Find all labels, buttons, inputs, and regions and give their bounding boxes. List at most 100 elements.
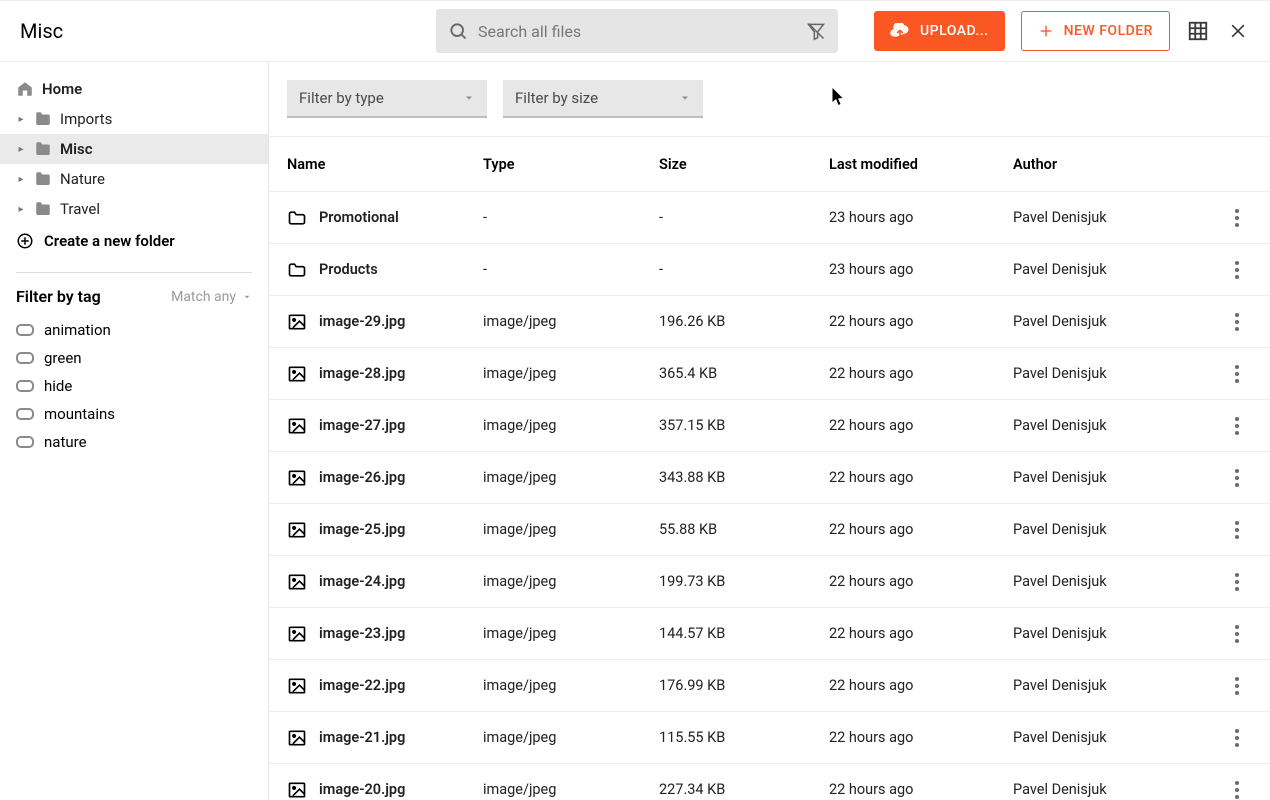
folder-icon — [34, 140, 52, 158]
file-size: - — [659, 261, 829, 278]
search-input[interactable] — [478, 22, 806, 41]
file-name: image-28.jpg — [319, 365, 405, 382]
table-header-row: Name Type Size Last modified Author — [269, 136, 1270, 192]
filter-size-dropdown[interactable]: Filter by size — [503, 80, 703, 118]
new-folder-button[interactable]: NEW FOLDER — [1021, 11, 1170, 51]
tag-icon — [16, 324, 34, 336]
chevron-right-icon[interactable]: ▸ — [16, 144, 26, 154]
file-author: Pavel Denisjuk — [1013, 625, 1222, 642]
folder-icon — [34, 170, 52, 188]
chevron-right-icon[interactable]: ▸ — [16, 204, 26, 214]
sidebar-item-nature[interactable]: ▸ Nature — [0, 164, 268, 194]
chevron-right-icon[interactable]: ▸ — [16, 114, 26, 124]
clear-filter-icon[interactable] — [806, 21, 826, 41]
row-menu-button[interactable] — [1222, 261, 1252, 279]
row-menu-button[interactable] — [1222, 677, 1252, 695]
file-name: image-23.jpg — [319, 625, 405, 642]
row-menu-button[interactable] — [1222, 625, 1252, 643]
sidebar: Home ▸ Imports▸ Misc▸ Nature▸ Travel Cre… — [0, 62, 268, 800]
file-table: Name Type Size Last modified Author Prom… — [269, 136, 1270, 800]
row-menu-button[interactable] — [1222, 521, 1252, 539]
file-author: Pavel Denisjuk — [1013, 573, 1222, 590]
file-name: image-27.jpg — [319, 417, 405, 434]
file-modified: 22 hours ago — [829, 417, 1013, 434]
tag-item-animation[interactable]: animation — [0, 316, 268, 344]
file-author: Pavel Denisjuk — [1013, 469, 1222, 486]
file-modified: 22 hours ago — [829, 313, 1013, 330]
row-menu-button[interactable] — [1222, 209, 1252, 227]
close-icon[interactable] — [1226, 19, 1250, 43]
tag-icon — [16, 436, 34, 448]
file-size: 144.57 KB — [659, 625, 829, 642]
col-header-type[interactable]: Type — [483, 156, 659, 173]
file-modified: 22 hours ago — [829, 625, 1013, 642]
row-menu-button[interactable] — [1222, 729, 1252, 747]
file-type: image/jpeg — [483, 365, 659, 382]
image-icon — [287, 780, 307, 800]
table-row[interactable]: image-28.jpg image/jpeg 365.4 KB 22 hour… — [269, 348, 1270, 400]
table-row[interactable]: image-27.jpg image/jpeg 357.15 KB 22 hou… — [269, 400, 1270, 452]
file-modified: 22 hours ago — [829, 365, 1013, 382]
table-row[interactable]: image-23.jpg image/jpeg 144.57 KB 22 hou… — [269, 608, 1270, 660]
table-row[interactable]: image-29.jpg image/jpeg 196.26 KB 22 hou… — [269, 296, 1270, 348]
page-title: Misc — [20, 19, 436, 43]
top-bar: Misc UPLOAD... NEW FOLDER — [0, 0, 1270, 62]
col-header-modified[interactable]: Last modified — [829, 156, 1013, 173]
grid-view-icon[interactable] — [1186, 19, 1210, 43]
tag-item-mountains[interactable]: mountains — [0, 400, 268, 428]
chevron-right-icon[interactable]: ▸ — [16, 174, 26, 184]
file-modified: 23 hours ago — [829, 261, 1013, 278]
file-name: image-21.jpg — [319, 729, 405, 746]
chevron-down-icon — [463, 92, 475, 104]
sidebar-item-travel[interactable]: ▸ Travel — [0, 194, 268, 224]
plus-circle-icon — [16, 232, 34, 250]
file-name: Products — [319, 261, 378, 278]
table-row[interactable]: image-20.jpg image/jpeg 227.34 KB 22 hou… — [269, 764, 1270, 800]
col-header-size[interactable]: Size — [659, 156, 829, 173]
col-header-name[interactable]: Name — [287, 156, 483, 173]
file-type: - — [483, 261, 659, 278]
file-author: Pavel Denisjuk — [1013, 781, 1222, 798]
image-icon — [287, 468, 307, 488]
tag-item-hide[interactable]: hide — [0, 372, 268, 400]
table-row[interactable]: image-24.jpg image/jpeg 199.73 KB 22 hou… — [269, 556, 1270, 608]
file-author: Pavel Denisjuk — [1013, 729, 1222, 746]
image-icon — [287, 624, 307, 644]
table-row[interactable]: Promotional - - 23 hours ago Pavel Denis… — [269, 192, 1270, 244]
sidebar-item-imports[interactable]: ▸ Imports — [0, 104, 268, 134]
row-menu-button[interactable] — [1222, 313, 1252, 331]
create-new-folder-link[interactable]: Create a new folder — [0, 224, 268, 258]
table-row[interactable]: image-25.jpg image/jpeg 55.88 KB 22 hour… — [269, 504, 1270, 556]
file-name: Promotional — [319, 209, 399, 226]
row-menu-button[interactable] — [1222, 781, 1252, 799]
file-type: image/jpeg — [483, 469, 659, 486]
tag-item-green[interactable]: green — [0, 344, 268, 372]
file-type: image/jpeg — [483, 729, 659, 746]
sidebar-item-home[interactable]: Home — [0, 74, 268, 104]
image-icon — [287, 572, 307, 592]
row-menu-button[interactable] — [1222, 573, 1252, 591]
row-menu-button[interactable] — [1222, 417, 1252, 435]
col-header-author[interactable]: Author — [1013, 156, 1222, 173]
tag-icon — [16, 352, 34, 364]
file-modified: 22 hours ago — [829, 521, 1013, 538]
row-menu-button[interactable] — [1222, 365, 1252, 383]
filter-type-dropdown[interactable]: Filter by type — [287, 80, 487, 118]
tag-match-select[interactable]: Match any — [171, 289, 252, 305]
chevron-down-icon — [242, 292, 252, 302]
main-content: Filter by type Filter by size Name Type … — [268, 62, 1270, 800]
sidebar-item-misc[interactable]: ▸ Misc — [0, 134, 268, 164]
tag-item-nature[interactable]: nature — [0, 428, 268, 456]
file-size: 199.73 KB — [659, 573, 829, 590]
search-field[interactable] — [436, 9, 838, 53]
table-row[interactable]: Products - - 23 hours ago Pavel Denisjuk — [269, 244, 1270, 296]
file-name: image-25.jpg — [319, 521, 405, 538]
upload-button[interactable]: UPLOAD... — [874, 11, 1005, 51]
table-row[interactable]: image-22.jpg image/jpeg 176.99 KB 22 hou… — [269, 660, 1270, 712]
image-icon — [287, 728, 307, 748]
table-row[interactable]: image-26.jpg image/jpeg 343.88 KB 22 hou… — [269, 452, 1270, 504]
row-menu-button[interactable] — [1222, 469, 1252, 487]
file-size: 176.99 KB — [659, 677, 829, 694]
table-row[interactable]: image-21.jpg image/jpeg 115.55 KB 22 hou… — [269, 712, 1270, 764]
file-type: image/jpeg — [483, 573, 659, 590]
